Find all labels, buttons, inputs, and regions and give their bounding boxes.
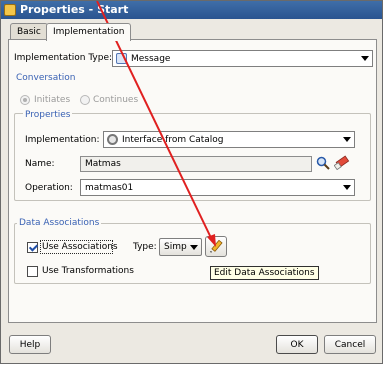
tab-implementation[interactable]: Implementation [46,23,132,41]
properties-dialog: Properties - Start Basic Implementation … [0,0,383,364]
annotation-arrow [96,1,216,247]
